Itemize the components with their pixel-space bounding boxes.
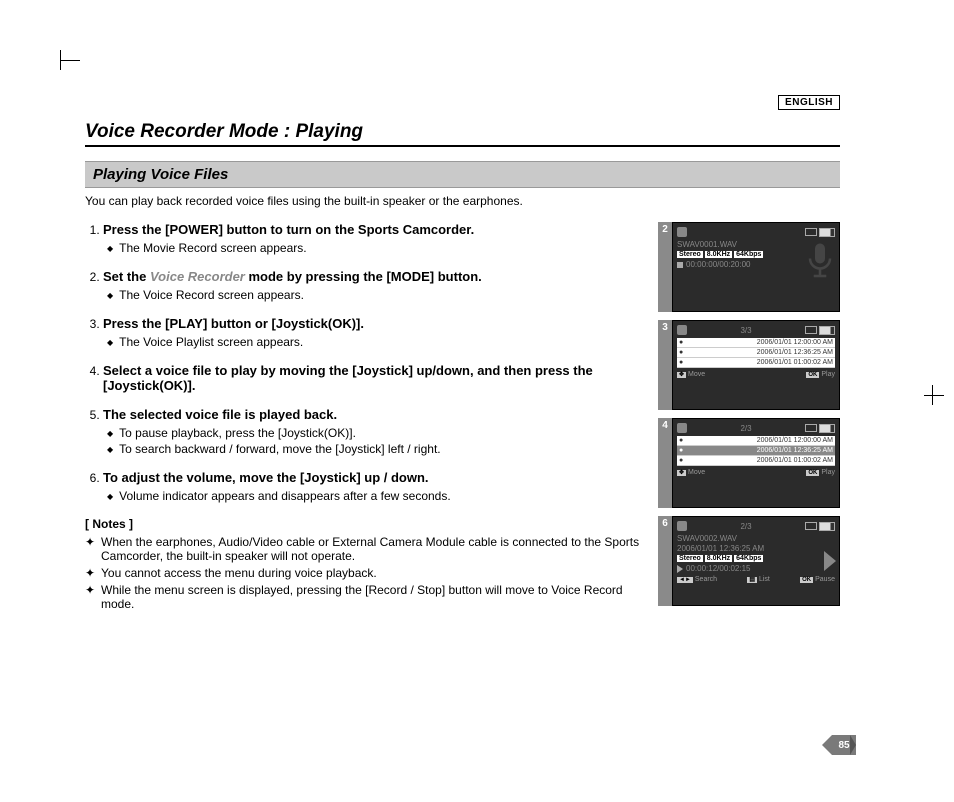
audio-format-pills: Stereo8.0KHz64Kbps xyxy=(677,555,835,562)
step-head: Press the [POWER] button to turn on the … xyxy=(103,222,474,237)
filename: SWAV0002.WAV xyxy=(677,534,835,543)
lcd-screen: 2/3 SWAV0002.WAV 2006/01/01 12:36:25 AM … xyxy=(672,516,840,606)
intro-text: You can play back recorded voice files u… xyxy=(85,194,840,208)
mic-icon xyxy=(677,423,687,433)
step-6: To adjust the volume, move the [Joystick… xyxy=(103,470,640,503)
step-1: Press the [POWER] button to turn on the … xyxy=(103,222,640,255)
mic-icon: ● xyxy=(679,457,683,464)
mic-icon: ● xyxy=(679,437,683,444)
list-icon: ▤ xyxy=(747,577,757,583)
lcd-screen: SWAV0001.WAV Stereo8.0KHz64Kbps 00:00:00… xyxy=(672,222,840,312)
notes-list: When the earphones, Audio/Video cable or… xyxy=(85,535,640,611)
mic-icon xyxy=(677,521,687,531)
language-badge: ENGLISH xyxy=(778,95,840,110)
step-head: Set the Voice Recorder mode by pressing … xyxy=(103,269,482,284)
step-head: Select a voice file to play by moving th… xyxy=(103,363,593,393)
screen-6: 6 2/3 SWAV0002.WAV 2006/01/01 12:36:25 A… xyxy=(658,516,840,606)
screen-4: 4 2/3 ●2006/01/01 12:00:00 AM ●2006/01/0… xyxy=(658,418,840,508)
mic-icon xyxy=(677,227,687,237)
file-counter: 2/3 xyxy=(740,522,751,531)
step-sub: The Voice Playlist screen appears. xyxy=(107,335,640,349)
stop-icon xyxy=(677,262,683,268)
lcd-screen: 2/3 ●2006/01/01 12:00:00 AM ●2006/01/01 … xyxy=(672,418,840,508)
battery-icon xyxy=(805,326,835,335)
screen-3: 3 3/3 ●2006/01/01 12:00:00 AM ●2006/01/0… xyxy=(658,320,840,410)
mic-icon: ● xyxy=(679,339,683,346)
step-sub: To pause playback, press the [Joystick(O… xyxy=(107,426,640,440)
battery-icon xyxy=(805,424,835,433)
ok-icon: OK xyxy=(806,470,819,476)
list-item: ●2006/01/01 01:00:02 AM xyxy=(677,456,835,466)
page-title: Voice Recorder Mode : Playing xyxy=(85,115,840,147)
step-2: Set the Voice Recorder mode by pressing … xyxy=(103,269,640,302)
crop-mark xyxy=(60,60,80,62)
step-sub: The Voice Record screen appears. xyxy=(107,288,640,302)
step-head: To adjust the volume, move the [Joystick… xyxy=(103,470,429,485)
crop-mark xyxy=(924,395,944,397)
step-sub: To search backward / forward, move the [… xyxy=(107,442,640,456)
file-counter: 3/3 xyxy=(740,326,751,335)
playlist: ●2006/01/01 12:00:00 AM ●2006/01/01 12:3… xyxy=(677,338,835,368)
list-item: ●2006/01/01 01:00:02 AM xyxy=(677,358,835,368)
ok-icon: OK xyxy=(806,372,819,378)
manual-page: ENGLISH Voice Recorder Mode : Playing Pl… xyxy=(85,95,840,614)
battery-icon xyxy=(805,228,835,237)
hint-bar: ✥MoveOKPlay xyxy=(677,371,835,378)
note-item: While the menu screen is displayed, pres… xyxy=(85,583,640,611)
note-item: You cannot access the menu during voice … xyxy=(85,566,640,580)
step-head: Press the [PLAY] button or [Joystick(OK)… xyxy=(103,316,364,331)
lr-icon: ◄► xyxy=(677,577,693,583)
list-item: ●2006/01/01 12:36:25 AM xyxy=(677,348,835,358)
screen-number: 2 xyxy=(658,222,672,312)
hint-bar: ◄►Search▤ListOKPause xyxy=(677,576,835,583)
hint-bar: ✥MoveOKPlay xyxy=(677,469,835,476)
page-number-badge: 85 xyxy=(832,735,856,755)
screen-number: 6 xyxy=(658,516,672,606)
step-3: Press the [PLAY] button or [Joystick(OK)… xyxy=(103,316,640,349)
lcd-screen: 3/3 ●2006/01/01 12:00:00 AM ●2006/01/01 … xyxy=(672,320,840,410)
file-date: 2006/01/01 12:36:25 AM xyxy=(677,544,835,553)
crop-mark xyxy=(932,385,934,405)
step-sub: The Movie Record screen appears. xyxy=(107,241,640,255)
screens-column: 2 SWAV0001.WAV Stereo8.0KHz64Kbps 00:00:… xyxy=(658,222,840,614)
note-item: When the earphones, Audio/Video cable or… xyxy=(85,535,640,563)
time-counter: 00:00:12/00:02:15 xyxy=(677,564,835,573)
screen-number: 3 xyxy=(658,320,672,410)
ok-icon: OK xyxy=(800,577,813,583)
mic-icon: ● xyxy=(679,349,683,356)
mic-icon: ● xyxy=(679,447,683,454)
battery-icon xyxy=(805,522,835,531)
step-5: The selected voice file is played back. … xyxy=(103,407,640,456)
play-icon xyxy=(677,565,683,573)
steps-column: Press the [POWER] button to turn on the … xyxy=(85,222,640,614)
list-item-selected: ●2006/01/01 12:36:25 AM xyxy=(677,446,835,456)
crop-mark xyxy=(60,50,62,70)
mic-icon xyxy=(677,325,687,335)
dpad-icon: ✥ xyxy=(677,372,686,378)
screen-2: 2 SWAV0001.WAV Stereo8.0KHz64Kbps 00:00:… xyxy=(658,222,840,312)
screen-number: 4 xyxy=(658,418,672,508)
step-sub: Volume indicator appears and disappears … xyxy=(107,489,640,503)
mic-icon: ● xyxy=(679,359,683,366)
dpad-icon: ✥ xyxy=(677,470,686,476)
list-item: ●2006/01/01 12:00:00 AM xyxy=(677,338,835,348)
section-subtitle: Playing Voice Files xyxy=(85,161,840,188)
step-head: The selected voice file is played back. xyxy=(103,407,337,422)
notes-heading: [ Notes ] xyxy=(85,517,640,531)
play-overlay-icon xyxy=(824,551,836,571)
file-counter: 2/3 xyxy=(740,424,751,433)
step-4: Select a voice file to play by moving th… xyxy=(103,363,640,393)
playlist: ●2006/01/01 12:00:00 AM ●2006/01/01 12:3… xyxy=(677,436,835,466)
steps-list: Press the [POWER] button to turn on the … xyxy=(85,222,640,503)
list-item: ●2006/01/01 12:00:00 AM xyxy=(677,436,835,446)
mic-watermark-icon xyxy=(805,241,835,281)
